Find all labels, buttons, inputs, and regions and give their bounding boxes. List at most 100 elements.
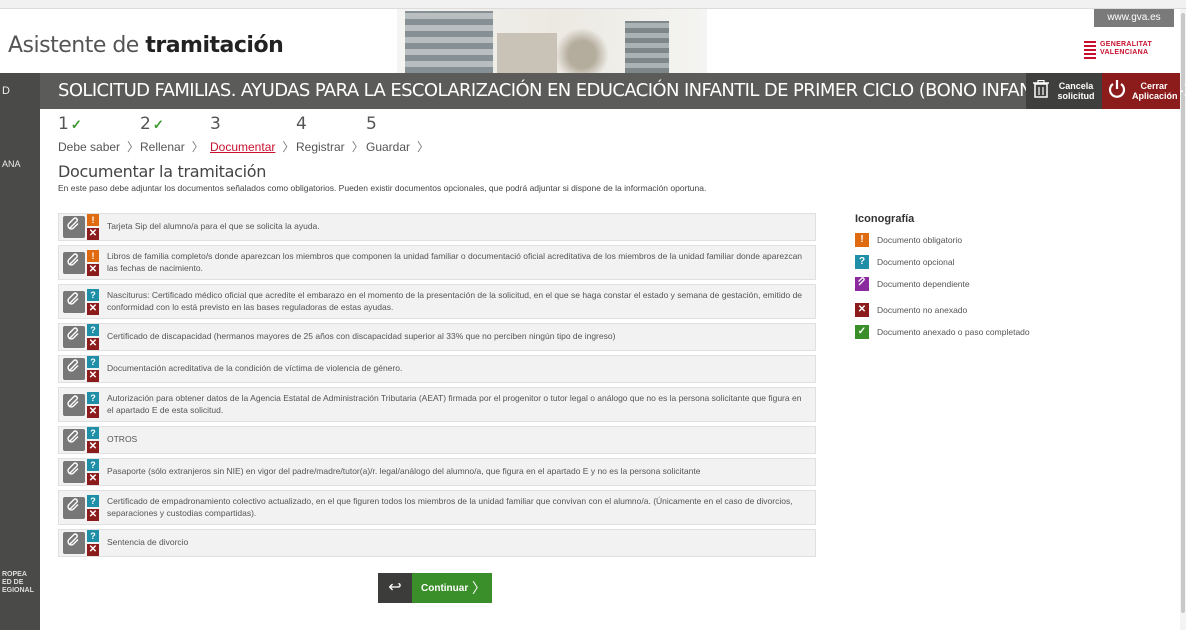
eu-text-3: EGIONAL <box>2 587 34 594</box>
close-application-button[interactable]: Cerrar Aplicación <box>1102 73 1180 109</box>
check-icon: ✓ <box>70 117 82 132</box>
sidebar-eu-logo-text: ROPEA ED DE EGIONAL <box>2 571 34 595</box>
cancel-line-1: Cancela <box>1058 81 1094 91</box>
chevron-right-icon: 〉 <box>282 140 295 154</box>
document-status-icons: ? ✕ <box>87 391 99 418</box>
header-banner-image <box>397 9 707 73</box>
close-line-2: Aplicación <box>1132 91 1178 101</box>
question-icon: ? <box>87 530 99 542</box>
question-icon: ? <box>87 356 99 368</box>
step-label[interactable]: Debe saber 〉 <box>58 138 139 155</box>
legend-label: Documento anexado o paso completado <box>877 327 1030 337</box>
step-number: 3 <box>210 114 221 134</box>
step-label[interactable]: Rellenar 〉 <box>140 138 204 155</box>
legend-label: Documento dependiente <box>877 279 970 289</box>
document-status-icons: ! ✕ <box>87 249 99 276</box>
power-icon <box>1102 79 1132 104</box>
document-row: ? ✕ Nasciturus: Certificado médico oficial… <box>58 284 816 319</box>
procedure-title: SOLICITUD FAMILIAS. AYUDAS PARA LA ESCOL… <box>58 80 1186 101</box>
site-header: Asistente de tramitación www.gva.es GENE… <box>0 9 1180 73</box>
sidebar-text-top: D <box>2 85 10 97</box>
question-icon: ? <box>87 459 99 471</box>
chevron-right-icon: 〉 <box>127 140 140 154</box>
trash-icon <box>1026 79 1056 103</box>
legend-item-dependiente: Documento dependiente <box>855 277 1115 291</box>
generalitat-logo[interactable]: GENERALITAT VALENCIANA <box>1084 39 1172 65</box>
document-description: Documentación acreditativa de la condici… <box>107 363 403 374</box>
document-row: ? ✕ Documentación acreditativa de la condi… <box>58 355 816 383</box>
document-row: ? ✕ Certificado de discapacidad (hermanos … <box>58 323 816 351</box>
cross-icon: ✕ <box>87 338 99 350</box>
cross-icon: ✕ <box>87 544 99 556</box>
chevron-right-icon: 〉 <box>472 580 486 596</box>
legend-item-anexado: ✓ Documento anexado o paso completado <box>855 325 1115 339</box>
back-button[interactable]: ↩ <box>378 573 412 603</box>
cross-icon: ✕ <box>87 405 99 418</box>
attach-paperclip-icon[interactable] <box>63 216 85 238</box>
close-application-label: Cerrar Aplicación <box>1132 81 1178 101</box>
document-status-icons: ! ✕ <box>87 214 99 240</box>
generalitat-logo-text: GENERALITAT VALENCIANA <box>1100 41 1152 57</box>
attach-paperclip-icon[interactable] <box>63 393 85 416</box>
step-label-active[interactable]: Documentar 〉 <box>210 138 294 155</box>
attach-paperclip-icon[interactable] <box>63 326 85 348</box>
navigation-buttons: ↩ Continuar 〉 <box>378 573 492 603</box>
step-number: 5 <box>366 114 377 134</box>
gva-link[interactable]: www.gva.es <box>1094 9 1174 27</box>
legend-label: Documento opcional <box>877 257 955 267</box>
attach-paperclip-icon[interactable] <box>63 290 85 313</box>
cross-icon: ✕ <box>87 473 99 485</box>
scrollbar-thumb[interactable] <box>1181 13 1185 613</box>
document-description: Pasaporte (sólo extranjeros sin NIE) en … <box>107 466 701 477</box>
document-row: ! ✕ Tarjeta Sip del alumno/a para el que s… <box>58 213 816 241</box>
document-description: Nasciturus: Certificado médico oficial q… <box>107 290 803 312</box>
document-description: Libros de familia completo/s donde apare… <box>107 251 803 273</box>
question-icon: ? <box>855 255 869 269</box>
vertical-scrollbar[interactable] <box>1180 9 1186 630</box>
attach-paperclip-icon[interactable] <box>63 461 85 483</box>
logo-line-1: GENERALITAT <box>1100 41 1153 48</box>
step-1[interactable]: 1 ✓ Debe saber 〉 <box>58 114 139 154</box>
step-label[interactable]: Guardar 〉 <box>366 138 429 155</box>
left-sidebar-strip: D ANA ROPEA ED DE EGIONAL <box>0 73 40 630</box>
document-status-icons: ? ✕ <box>87 356 99 382</box>
question-icon: ? <box>87 494 99 507</box>
paperclip-icon <box>855 277 869 291</box>
chevron-right-icon: 〉 <box>351 140 364 154</box>
building-graphic <box>405 11 493 73</box>
document-status-icons: ? ✕ <box>87 288 99 315</box>
continue-button[interactable]: Continuar 〉 <box>412 573 492 603</box>
tree-graphic <box>547 27 617 73</box>
attach-paperclip-icon[interactable] <box>63 358 85 380</box>
step-2[interactable]: 2 ✓ Rellenar 〉 <box>140 114 204 154</box>
document-status-icons: ? ✕ <box>87 324 99 350</box>
document-status-icons: ? ✕ <box>87 459 99 485</box>
question-icon: ? <box>87 391 99 404</box>
step-label[interactable]: Registrar 〉 <box>296 138 364 155</box>
browser-top-edge <box>0 0 1186 9</box>
legend-item-no-anexado: ✕ Documento no anexado <box>855 303 1115 317</box>
continue-label: Continuar <box>421 582 469 594</box>
sidebar-text-mid: ANA <box>2 159 21 169</box>
attach-paperclip-icon[interactable] <box>63 429 85 451</box>
close-line-1: Cerrar <box>1140 81 1168 91</box>
cross-icon: ✕ <box>87 302 99 315</box>
legend-item-opcional: ? Documento opcional <box>855 255 1115 269</box>
chevron-right-icon: 〉 <box>191 140 204 154</box>
document-description: Tarjeta Sip del alumno/a para el que se … <box>107 221 320 232</box>
step-4[interactable]: 4 Registrar 〉 <box>296 114 364 154</box>
attach-paperclip-icon[interactable] <box>63 496 85 519</box>
legend-label: Documento no anexado <box>877 305 968 315</box>
generalitat-logo-icon <box>1084 39 1096 59</box>
procedure-title-bar: SOLICITUD FAMILIAS. AYUDAS PARA LA ESCOL… <box>40 73 1186 109</box>
step-5[interactable]: 5 Guardar 〉 <box>366 114 429 154</box>
document-description: Sentencia de divorcio <box>107 537 189 548</box>
step-3[interactable]: 3 Documentar 〉 <box>210 114 294 154</box>
step-label-text: Registrar <box>296 140 345 154</box>
attach-paperclip-icon[interactable] <box>63 532 85 554</box>
cancel-request-button[interactable]: Cancela solicitud <box>1026 73 1102 109</box>
document-row: ? ✕ OTROS <box>58 426 816 454</box>
attach-paperclip-icon[interactable] <box>63 251 85 274</box>
step-label-text: Guardar <box>366 140 411 154</box>
document-status-icons: ? ✕ <box>87 427 99 453</box>
